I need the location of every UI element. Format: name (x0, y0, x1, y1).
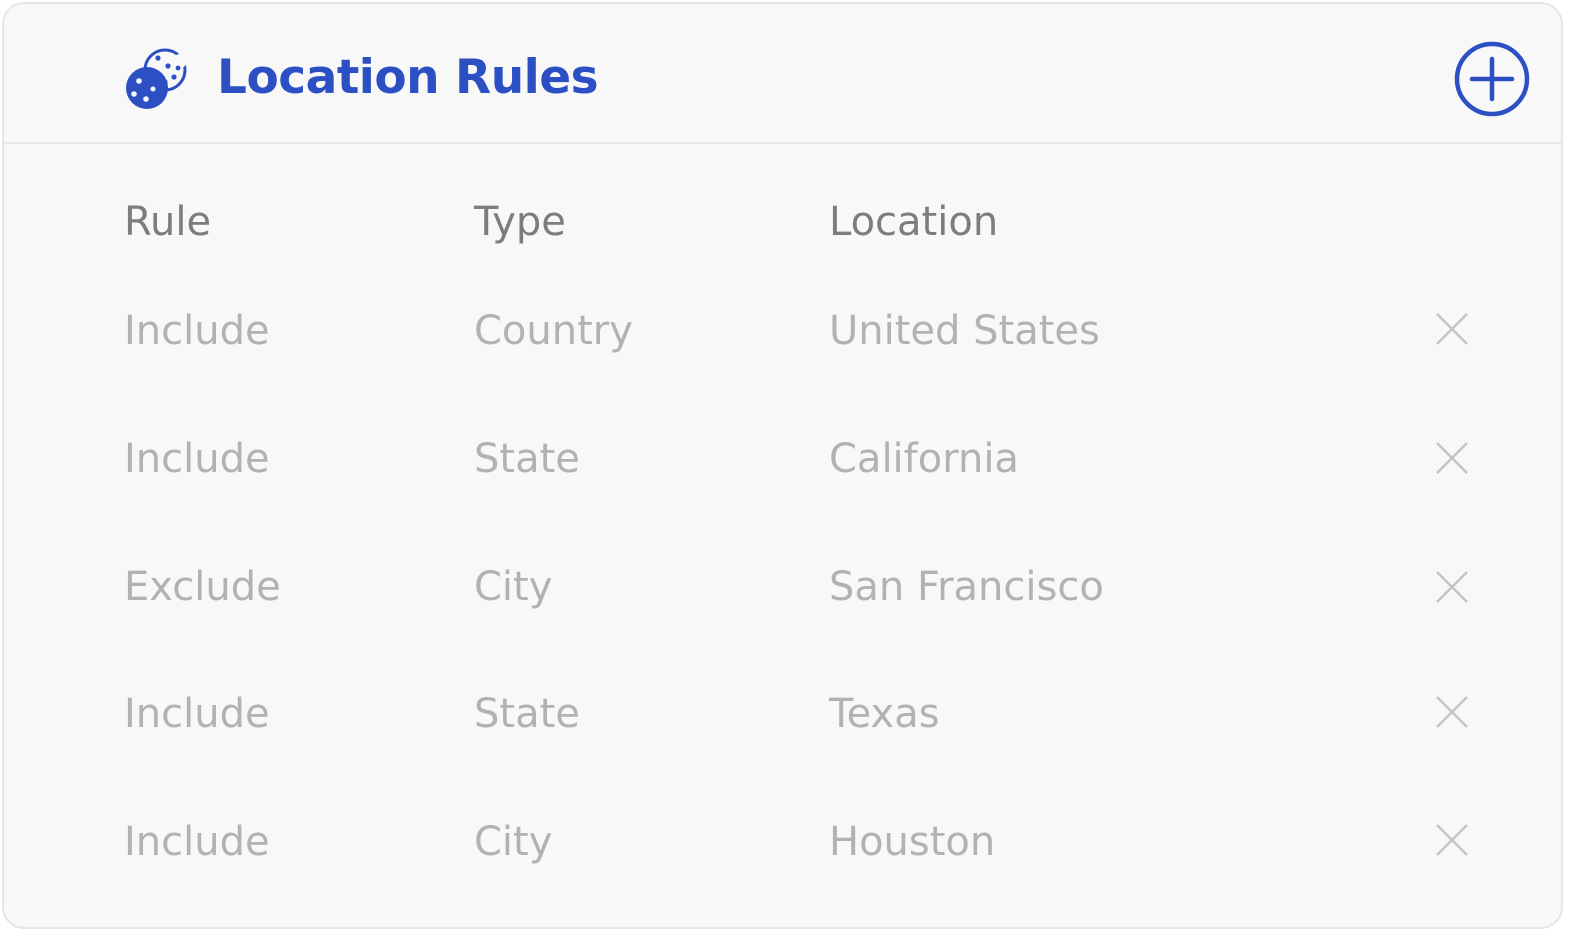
location-cell: Houston (829, 819, 996, 865)
type-cell: State (474, 436, 580, 482)
close-icon[interactable] (1432, 567, 1472, 607)
rule-cell: Include (124, 819, 270, 865)
table-row: Include Country United States (4, 303, 1561, 413)
cookie-icon (126, 48, 187, 109)
column-header-rule: Rule (124, 199, 212, 245)
close-icon[interactable] (1432, 820, 1472, 860)
location-rules-card: Location Rules Rule Type Location Includ… (2, 2, 1563, 929)
location-cell: Texas (829, 691, 940, 737)
rule-cell: Include (124, 436, 270, 482)
rule-cell: Exclude (124, 564, 281, 610)
rule-cell: Include (124, 691, 270, 737)
type-cell: Country (474, 308, 633, 354)
location-cell: United States (829, 308, 1100, 354)
rule-cell: Include (124, 308, 270, 354)
column-header-location: Location (829, 199, 999, 245)
column-header-type: Type (474, 199, 566, 245)
type-cell: City (474, 819, 553, 865)
type-cell: State (474, 691, 580, 737)
table-row: Include State California (4, 431, 1561, 541)
table-row: Include State Texas (4, 686, 1561, 796)
type-cell: City (474, 564, 553, 610)
location-cell: California (829, 436, 1019, 482)
close-icon[interactable] (1432, 438, 1472, 478)
add-rule-button[interactable] (1453, 40, 1531, 118)
table-row: Include City Houston (4, 814, 1561, 924)
table-row: Exclude City San Francisco (4, 559, 1561, 669)
close-icon[interactable] (1432, 692, 1472, 732)
location-cell: San Francisco (829, 564, 1104, 610)
card-header: Location Rules (4, 4, 1561, 144)
close-icon[interactable] (1432, 309, 1472, 349)
page-title: Location Rules (217, 50, 599, 105)
